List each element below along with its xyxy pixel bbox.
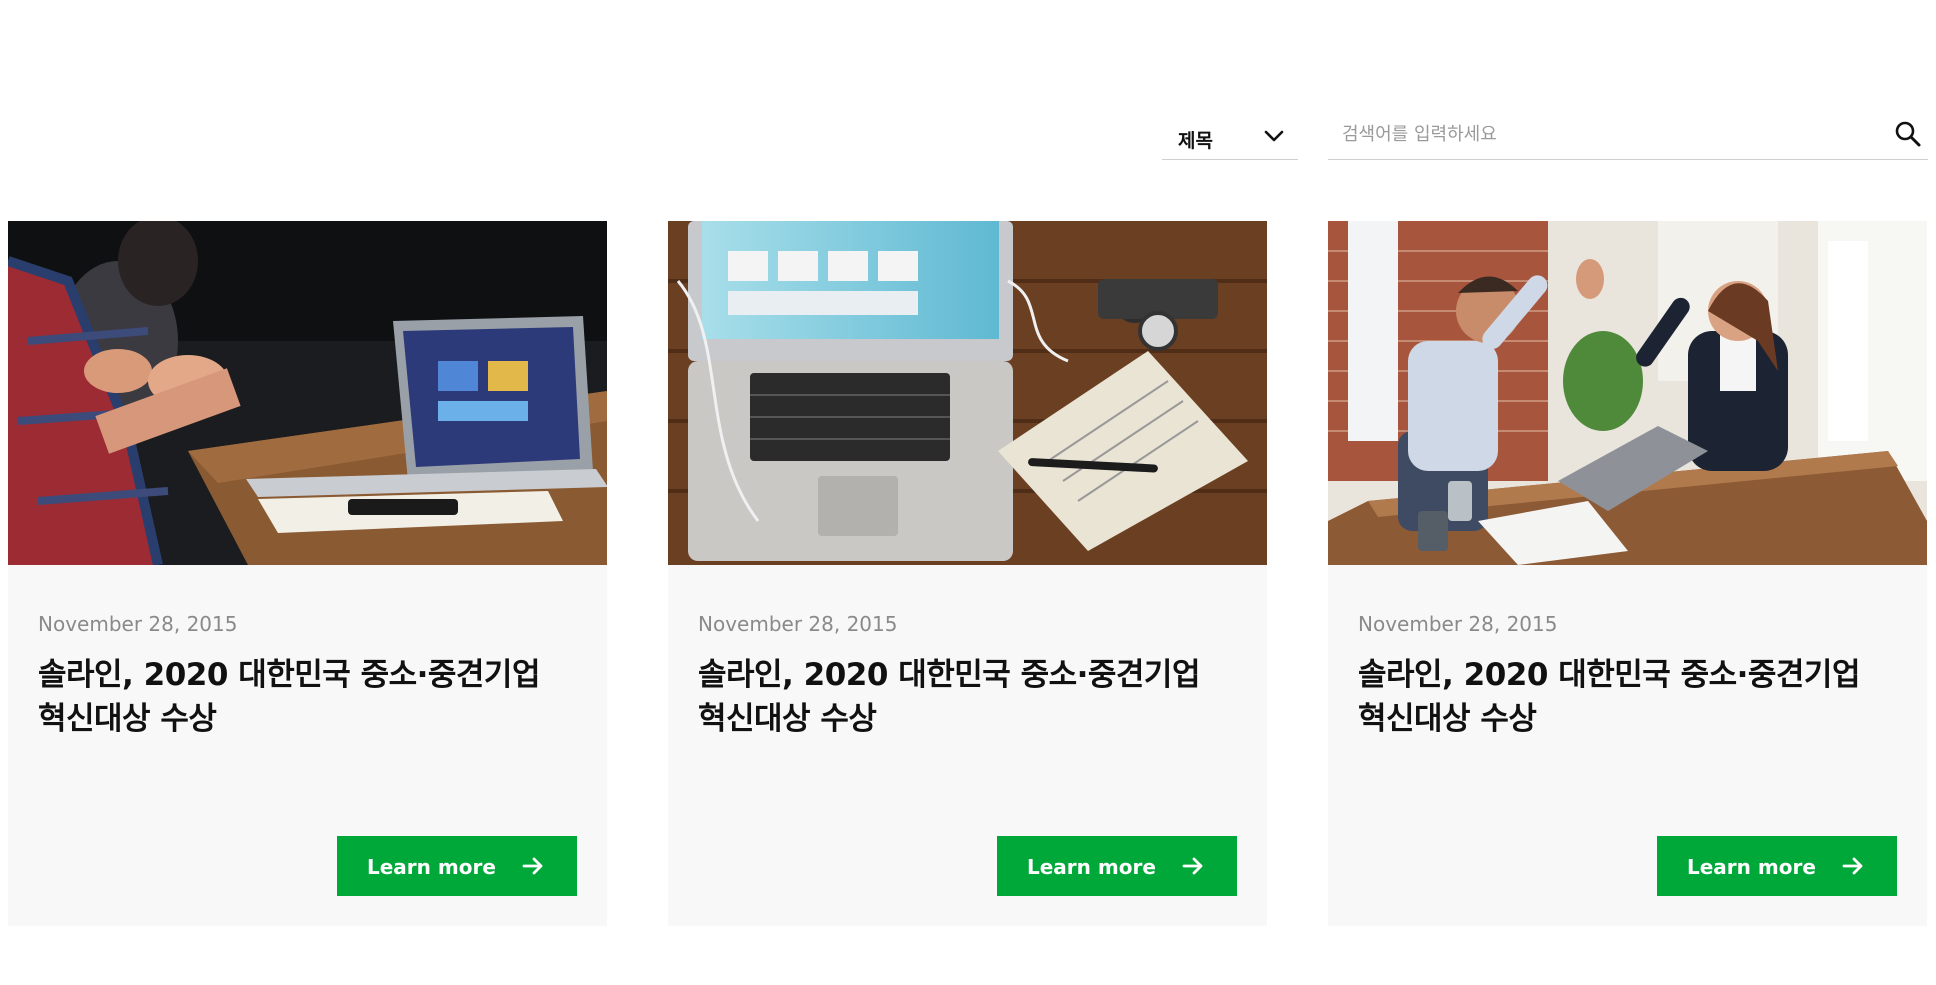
post-title[interactable]: 솔라인, 2020 대한민국 중소·중견기업 혁신대상 수상	[38, 653, 578, 741]
arrow-right-icon	[1842, 857, 1863, 875]
chevron-down-icon	[1264, 130, 1284, 142]
news-card: November 28, 2015 솔라인, 2020 대한민국 중소·중견기업…	[1328, 221, 1927, 926]
search-icon[interactable]	[1892, 118, 1924, 150]
search-box	[1328, 108, 1928, 160]
search-field-select[interactable]: 제목	[1162, 108, 1298, 160]
search-input[interactable]	[1328, 116, 1868, 152]
learn-more-label: Learn more	[1027, 855, 1156, 879]
post-title[interactable]: 솔라인, 2020 대한민국 중소·중견기업 혁신대상 수상	[1358, 653, 1898, 741]
news-card-grid: November 28, 2015 솔라인, 2020 대한민국 중소·중견기업…	[8, 221, 1928, 926]
team-meeting-laptop-photo[interactable]	[8, 221, 607, 565]
search-toolbar: 제목	[1162, 108, 1928, 160]
laptop-notebook-desk-photo[interactable]	[668, 221, 1267, 565]
learn-more-button[interactable]: Learn more	[1657, 836, 1897, 896]
colleagues-high-five-photo[interactable]	[1328, 221, 1927, 565]
learn-more-button[interactable]: Learn more	[997, 836, 1237, 896]
post-title[interactable]: 솔라인, 2020 대한민국 중소·중견기업 혁신대상 수상	[698, 653, 1238, 741]
learn-more-label: Learn more	[367, 855, 496, 879]
post-date: November 28, 2015	[38, 612, 238, 636]
news-card: November 28, 2015 솔라인, 2020 대한민국 중소·중견기업…	[8, 221, 607, 926]
news-card: November 28, 2015 솔라인, 2020 대한민국 중소·중견기업…	[668, 221, 1267, 926]
learn-more-label: Learn more	[1687, 855, 1816, 879]
post-date: November 28, 2015	[698, 612, 898, 636]
arrow-right-icon	[522, 857, 543, 875]
arrow-right-icon	[1182, 857, 1203, 875]
learn-more-button[interactable]: Learn more	[337, 836, 577, 896]
search-field-select-value: 제목	[1178, 130, 1213, 152]
post-date: November 28, 2015	[1358, 612, 1558, 636]
